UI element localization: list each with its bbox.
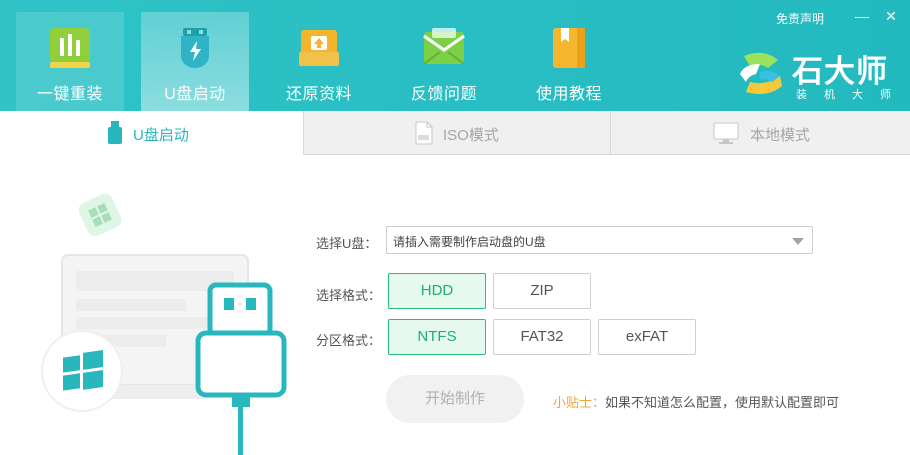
iso-file-icon — [415, 121, 433, 145]
nav-label: 使用教程 — [535, 86, 602, 103]
nav-usb-boot[interactable]: U盘启动 — [141, 12, 249, 111]
tab-label: ISO模式 — [443, 127, 499, 144]
tutorial-book-icon — [553, 28, 585, 68]
format-label: 选择格式： — [316, 288, 382, 303]
mode-tabs: U盘启动 ISO模式 本地模式 — [0, 111, 910, 155]
nav-feedback[interactable]: 反馈问题 — [390, 12, 498, 111]
start-make-button[interactable]: 开始制作 — [386, 375, 524, 423]
tab-label: 本地模式 — [750, 127, 811, 144]
minimize-button[interactable]: — — [853, 6, 871, 26]
nav-label: 一键重装 — [36, 86, 103, 103]
partition-ntfs-button[interactable]: NTFS — [388, 319, 486, 355]
tab-usb-boot[interactable]: U盘启动 — [0, 111, 304, 155]
usb-select-placeholder: 请插入需要制作启动盘的U盘 — [393, 235, 546, 249]
tip-text: 小贴士：如果不知道怎么配置，使用默认配置即可 — [553, 392, 839, 411]
chevron-down-icon — [792, 238, 804, 245]
disclaimer-link[interactable]: 免责声明 — [776, 10, 824, 27]
partition-exfat-button[interactable]: exFAT — [598, 319, 696, 355]
usb-computer-illustration — [41, 193, 287, 455]
usb-drive-select[interactable]: 请插入需要制作启动盘的U盘 — [386, 226, 813, 254]
brand-title: 石大师 — [792, 54, 888, 89]
partition-fat32-button[interactable]: FAT32 — [493, 319, 591, 355]
feedback-mail-icon — [423, 28, 465, 65]
tip-message: 如果不知道怎么配置，使用默认配置即可 — [605, 395, 840, 410]
nav-label: 反馈问题 — [410, 86, 477, 103]
usb-flash-icon — [181, 28, 209, 68]
brand-logo-icon — [740, 52, 782, 94]
monitor-icon — [713, 122, 739, 144]
usb-icon — [108, 121, 122, 144]
tab-local-mode[interactable]: 本地模式 — [610, 111, 910, 155]
header-bar: 一键重装 U盘启动 还原资料 反馈问题 使用教程 免责声明 — ✕ 石大师 装机… — [0, 0, 910, 111]
nav-tutorial[interactable]: 使用教程 — [515, 12, 623, 111]
nav-restore-data[interactable]: 还原资料 — [265, 12, 373, 111]
format-zip-button[interactable]: ZIP — [493, 273, 591, 309]
tip-key: 小贴士： — [553, 395, 606, 410]
nav-one-click-reinstall[interactable]: 一键重装 — [16, 12, 124, 111]
nav-label: 还原资料 — [285, 86, 352, 103]
tab-iso-mode[interactable]: ISO模式 — [303, 111, 611, 155]
tab-label: U盘启动 — [133, 127, 189, 144]
restore-box-icon — [299, 30, 339, 66]
format-hdd-button[interactable]: HDD — [388, 273, 486, 309]
close-button[interactable]: ✕ — [882, 6, 900, 26]
partition-label: 分区格式： — [316, 333, 382, 348]
bar-chart-icon — [50, 28, 90, 68]
brand-subtitle: 装机大师 — [796, 89, 908, 101]
app-window: 一键重装 U盘启动 还原资料 反馈问题 使用教程 免责声明 — ✕ 石大师 装机… — [0, 0, 910, 455]
nav-label: U盘启动 — [164, 86, 226, 103]
select-usb-label: 选择U盘： — [316, 236, 378, 251]
